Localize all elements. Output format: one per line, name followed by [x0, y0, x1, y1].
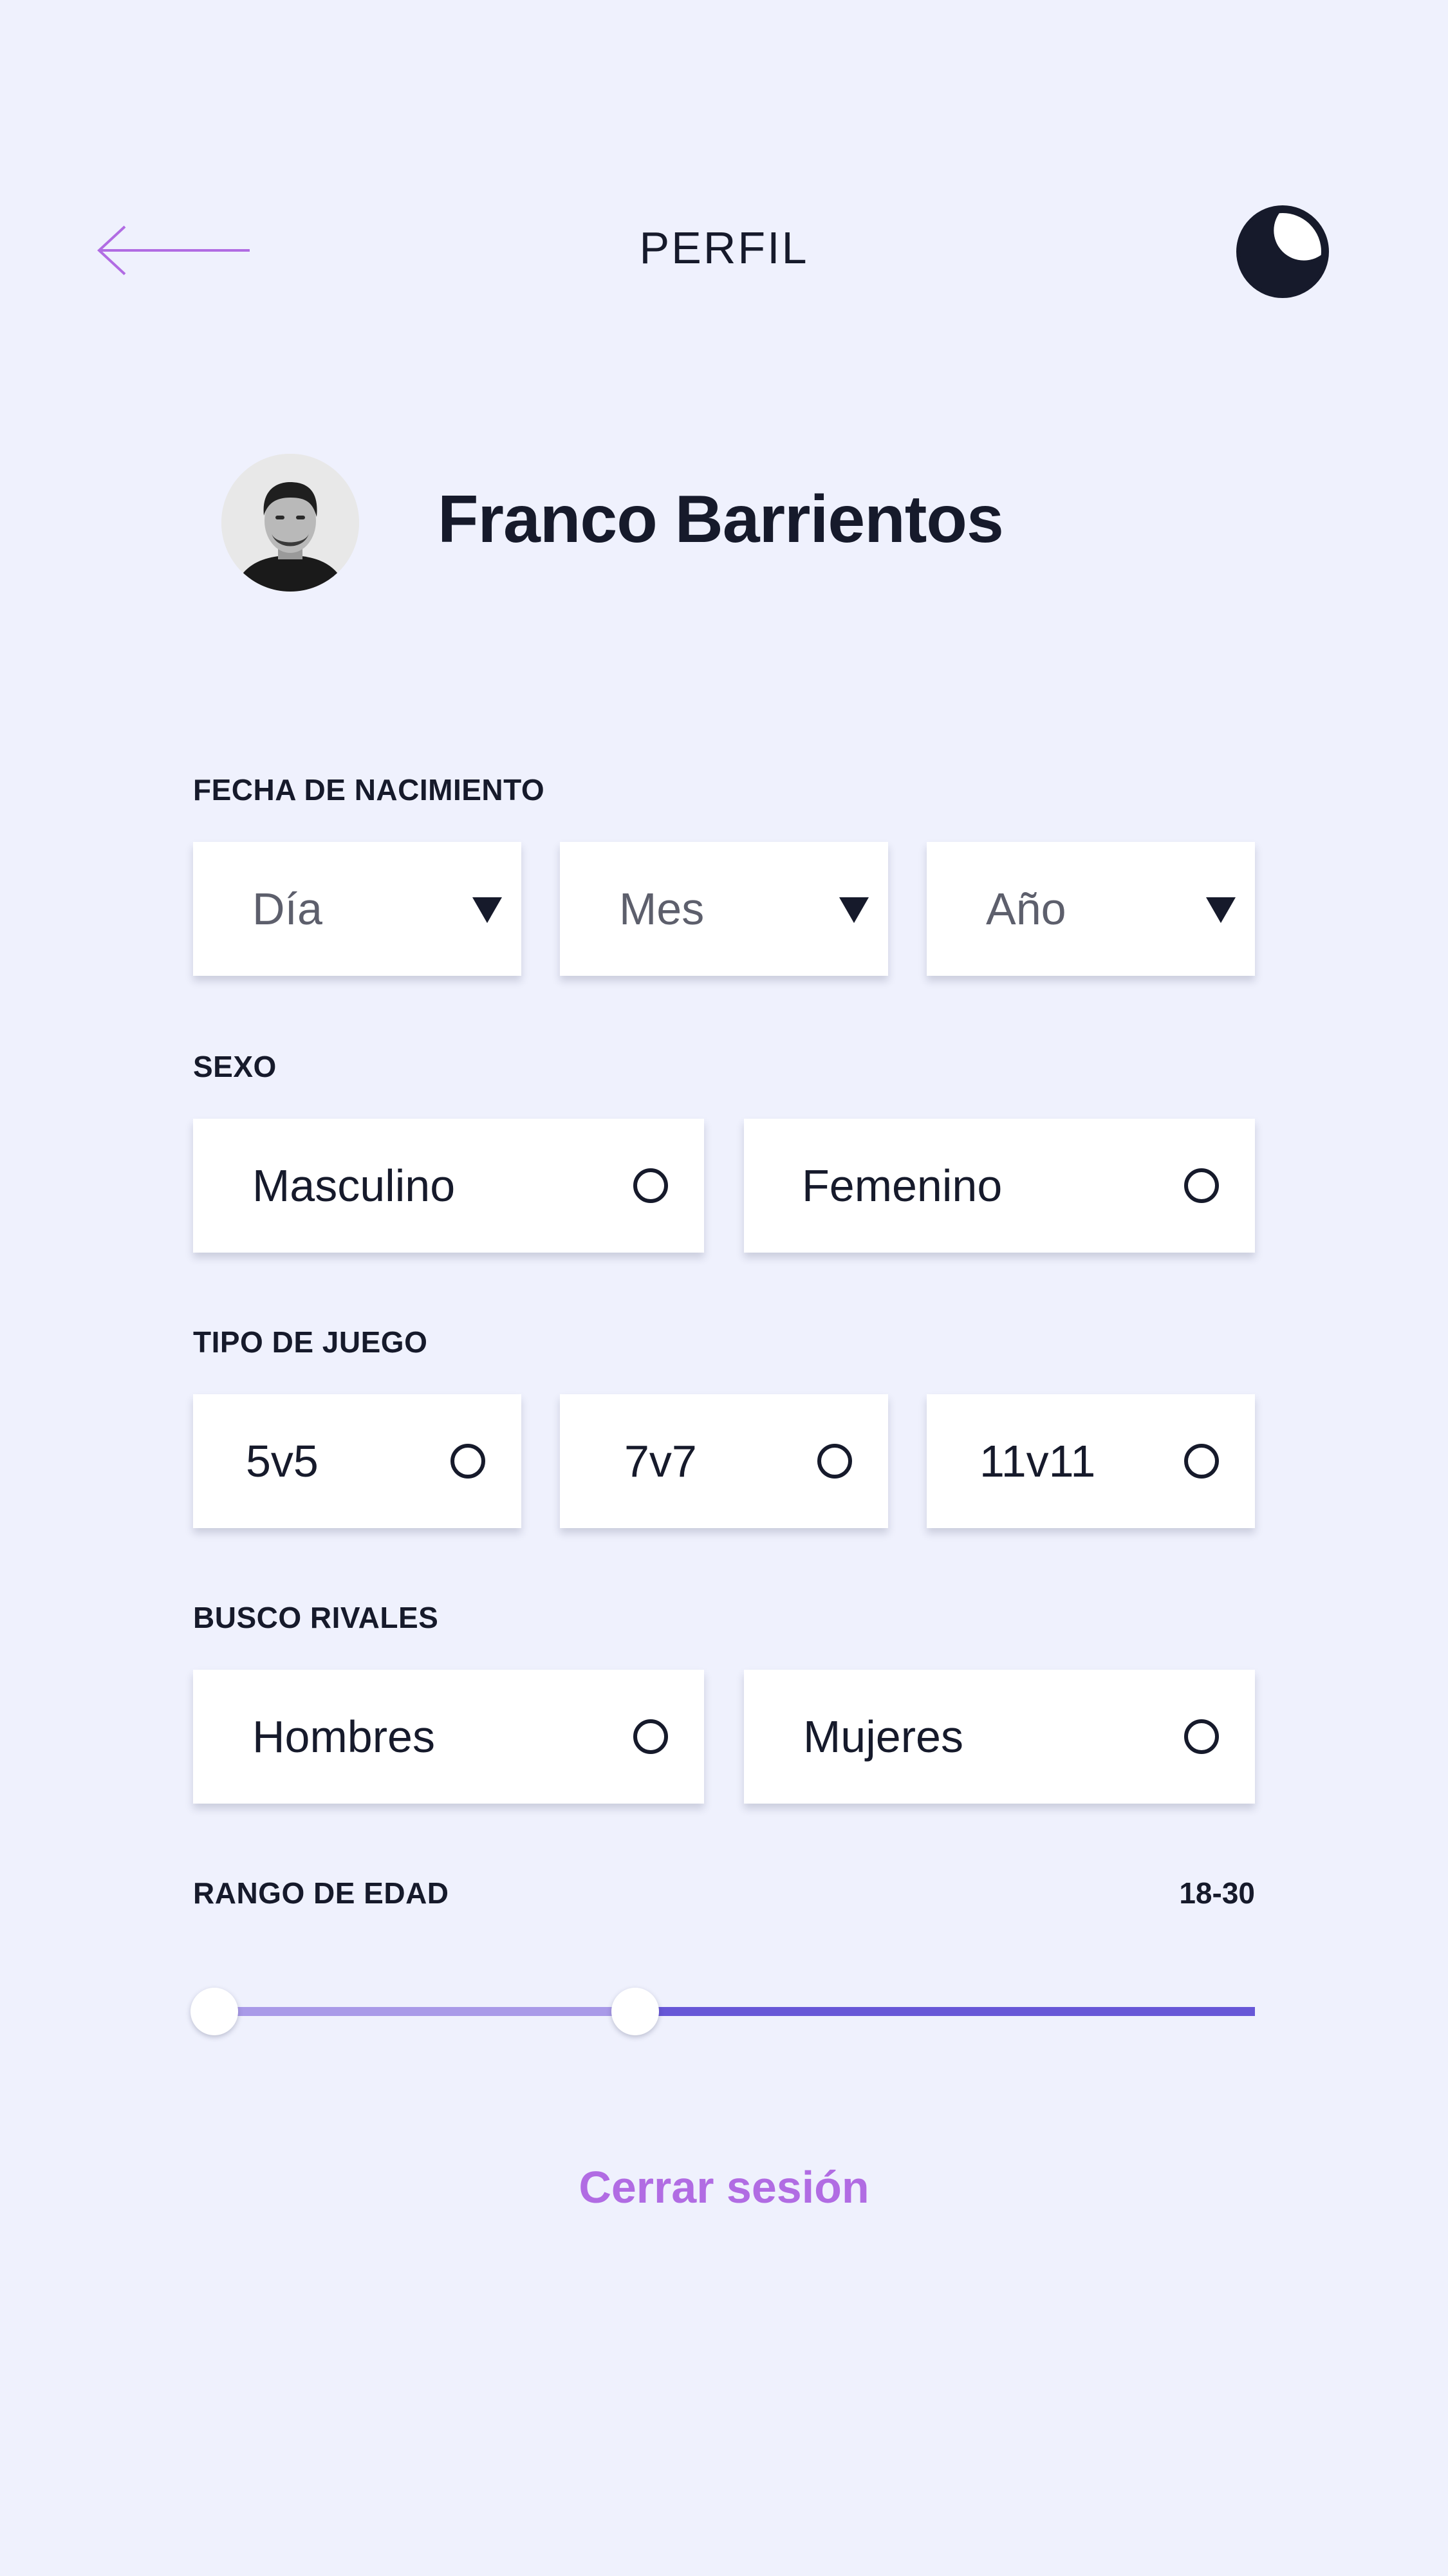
day-select-value: Día [252, 884, 322, 934]
game-type-option-11v11[interactable]: 11v11 [927, 1394, 1255, 1528]
radio-button[interactable] [1184, 1168, 1219, 1203]
moon-icon[interactable] [1236, 205, 1330, 299]
option-label: 5v5 [246, 1436, 319, 1486]
option-label: Hombres [252, 1712, 435, 1762]
month-select[interactable]: Mes [560, 842, 888, 976]
month-select-value: Mes [619, 884, 705, 934]
rivals-label: BUSCO RIVALES [193, 1601, 439, 1634]
profile-screen: PERFIL Franco Barrientos FECHA DE NACIMI… [0, 0, 1448, 2576]
radio-button[interactable] [633, 1168, 668, 1203]
slider-thumb-max[interactable] [611, 1988, 659, 2035]
page-title: PERFIL [639, 223, 809, 273]
game-type-label: TIPO DE JUEGO [193, 1325, 428, 1359]
day-select[interactable]: Día [193, 842, 521, 976]
year-select-value: Año [986, 884, 1066, 934]
rivals-option-mujeres[interactable]: Mujeres [744, 1670, 1255, 1804]
sex-option-femenino[interactable]: Femenino [744, 1119, 1255, 1253]
radio-button[interactable] [1184, 1444, 1219, 1479]
age-range-slider[interactable] [190, 1983, 1255, 2040]
radio-button[interactable] [817, 1444, 852, 1479]
slider-track-selected [193, 2007, 635, 2016]
user-name: Franco Barrientos [438, 482, 1004, 557]
chevron-down-icon [472, 897, 502, 923]
slider-thumb-min[interactable] [190, 1988, 238, 2035]
age-range-value: 18-30 [1179, 1876, 1255, 1910]
chevron-down-icon [1206, 897, 1236, 923]
option-label: Femenino [802, 1161, 1003, 1211]
radio-button[interactable] [1184, 1719, 1219, 1754]
game-type-option-7v7[interactable]: 7v7 [560, 1394, 888, 1528]
sex-option-masculino[interactable]: Masculino [193, 1119, 704, 1253]
option-label: 7v7 [624, 1436, 697, 1486]
avatar [221, 454, 359, 592]
radio-button[interactable] [450, 1444, 485, 1479]
chevron-down-icon [839, 897, 869, 923]
slider-track [635, 2007, 1255, 2016]
option-label: Masculino [252, 1161, 456, 1211]
option-label: 11v11 [979, 1436, 1096, 1486]
birthdate-label: FECHA DE NACIMIENTO [193, 773, 545, 807]
radio-button[interactable] [633, 1719, 668, 1754]
game-type-option-5v5[interactable]: 5v5 [193, 1394, 521, 1528]
year-select[interactable]: Año [927, 842, 1255, 976]
logout-link[interactable]: Cerrar sesión [0, 2161, 1448, 2213]
rivals-option-hombres[interactable]: Hombres [193, 1670, 704, 1804]
age-range-label: RANGO DE EDAD [193, 1876, 449, 1910]
sex-label: SEXO [193, 1050, 277, 1083]
option-label: Mujeres [803, 1712, 963, 1762]
